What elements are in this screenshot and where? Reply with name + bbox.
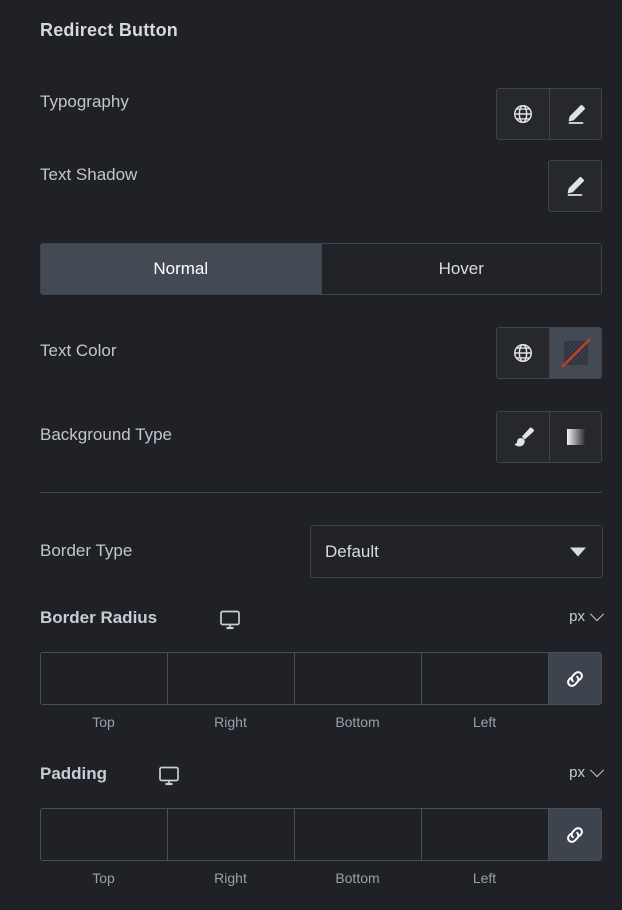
- page-title: Redirect Button: [40, 20, 178, 40]
- border-radius-left-input[interactable]: [422, 653, 549, 704]
- padding-bottom-input[interactable]: [295, 809, 422, 860]
- tab-normal[interactable]: Normal: [41, 244, 321, 294]
- border-radius-right-input[interactable]: [168, 653, 295, 704]
- brush-icon[interactable]: [497, 412, 549, 462]
- text-shadow-row: Text Shadow: [0, 160, 622, 212]
- border-radius-unit-selector[interactable]: px: [569, 606, 605, 625]
- border-radius-field-labels: Top Right Bottom Left: [40, 714, 602, 730]
- padding-fields: [40, 808, 602, 861]
- border-radius-top-input[interactable]: [41, 653, 168, 704]
- padding-label: Padding: [40, 764, 108, 783]
- label-right: Right: [214, 714, 247, 730]
- padding-top-input[interactable]: [41, 809, 168, 860]
- text-shadow-label: Text Shadow: [40, 165, 138, 184]
- padding-right-input[interactable]: [168, 809, 295, 860]
- chevron-down-icon: [589, 606, 605, 621]
- label-top: Top: [92, 870, 115, 886]
- padding-header: Padding px: [0, 762, 622, 788]
- label-bottom: Bottom: [335, 870, 380, 886]
- globe-icon[interactable]: [497, 89, 549, 139]
- label-bottom: Bottom: [335, 714, 380, 730]
- tab-hover[interactable]: Hover: [320, 244, 601, 294]
- label-left: Left: [472, 714, 497, 730]
- border-radius-label: Border Radius: [40, 608, 158, 627]
- border-radius-fields: [40, 652, 602, 705]
- text-color-label: Text Color: [40, 341, 117, 360]
- padding-field-labels: Top Right Bottom Left: [40, 870, 602, 886]
- background-type-controls: [496, 411, 602, 463]
- padding-unit-value: px: [569, 764, 585, 781]
- border-type-label: Border Type: [40, 541, 133, 560]
- desktop-monitor-icon[interactable]: [157, 765, 181, 792]
- border-radius-link-icon[interactable]: [549, 653, 601, 704]
- pencil-icon[interactable]: [549, 161, 601, 211]
- border-radius-unit-value: px: [569, 608, 585, 625]
- border-radius-header: Border Radius px: [0, 606, 622, 632]
- globe-icon[interactable]: [497, 328, 549, 378]
- chevron-down-icon: [570, 547, 586, 556]
- border-type-select[interactable]: Default: [310, 525, 603, 578]
- gradient-icon[interactable]: [549, 412, 601, 462]
- border-radius-bottom-input[interactable]: [295, 653, 422, 704]
- typography-label: Typography: [40, 92, 129, 111]
- text-shadow-controls: [548, 160, 602, 212]
- chevron-down-icon: [589, 762, 605, 777]
- typography-controls: [496, 88, 602, 140]
- pencil-icon[interactable]: [549, 89, 601, 139]
- text-color-row: Text Color: [0, 327, 622, 379]
- typography-row: Typography: [0, 88, 622, 140]
- border-type-value: Default: [325, 541, 379, 561]
- no-color-swatch-icon[interactable]: [549, 328, 601, 378]
- text-color-controls: [496, 327, 602, 379]
- padding-link-icon[interactable]: [549, 809, 601, 860]
- background-type-label: Background Type: [40, 425, 172, 444]
- background-type-row: Background Type: [0, 411, 622, 463]
- section-divider: [40, 492, 602, 493]
- desktop-monitor-icon[interactable]: [218, 609, 242, 636]
- label-right: Right: [214, 870, 247, 886]
- padding-left-input[interactable]: [422, 809, 549, 860]
- label-top: Top: [92, 714, 115, 730]
- state-tabs: Normal Hover: [40, 243, 602, 295]
- label-left: Left: [472, 870, 497, 886]
- padding-unit-selector[interactable]: px: [569, 762, 605, 781]
- redirect-button-settings-panel: Redirect Button Typography Text Shadow N…: [0, 0, 622, 910]
